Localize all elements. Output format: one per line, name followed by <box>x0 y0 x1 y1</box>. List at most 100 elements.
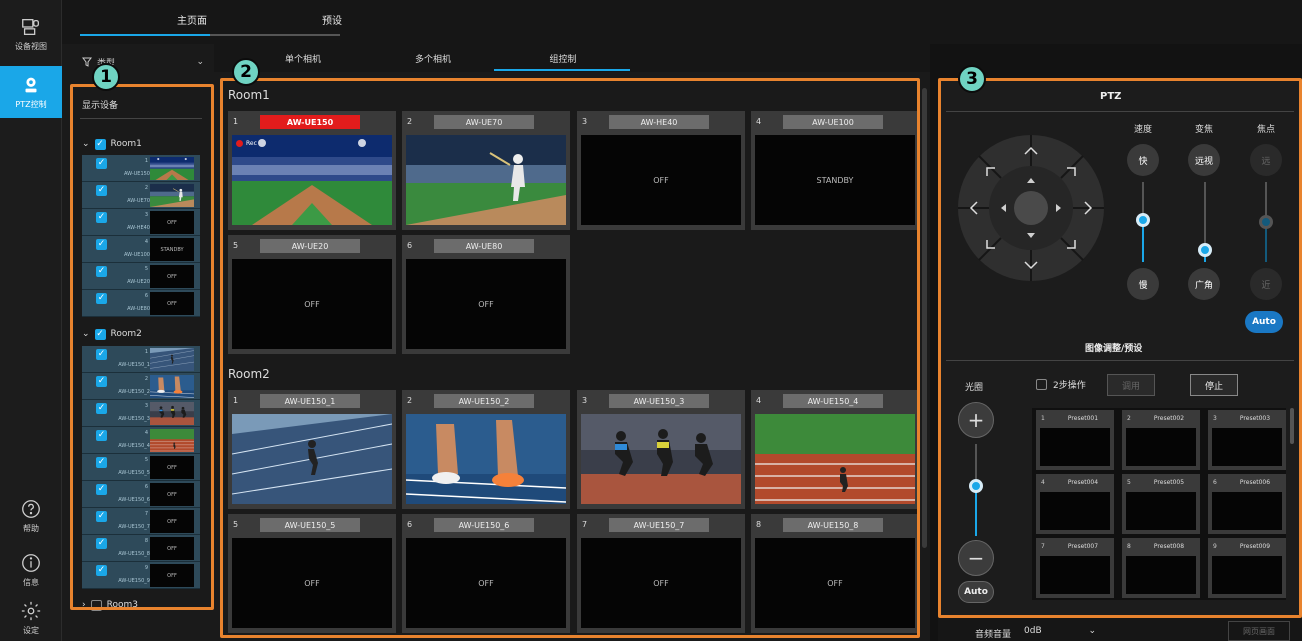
focus-far-button[interactable]: 远 <box>1250 144 1282 176</box>
device-tree-row[interactable]: ✓ 1 AW-UE150_1 <box>82 346 200 373</box>
camera-tile[interactable]: 7 AW-UE150_7 OFF <box>577 514 745 633</box>
camera-tile[interactable]: 1 AW-UE150_1 <box>228 390 396 509</box>
camera-tile[interactable]: 3 AW-UE150_3 <box>577 390 745 509</box>
preset-tile[interactable]: 9 Preset009 <box>1208 538 1286 598</box>
zoom-tele-button[interactable]: 远视 <box>1188 144 1220 176</box>
room3-checkbox[interactable] <box>90 599 102 611</box>
nav-info[interactable]: 信息 <box>0 544 62 596</box>
iris-slider[interactable] <box>969 444 983 536</box>
preset-thumbnail <box>1126 556 1196 594</box>
zoom-slider[interactable] <box>1198 182 1212 262</box>
room1-checkbox[interactable]: ✓ <box>94 138 106 150</box>
focus-slider[interactable] <box>1259 182 1273 262</box>
tab-group-control[interactable]: 组控制 <box>498 52 628 65</box>
room2-tree-header[interactable]: ⌄ ✓ Room2 <box>82 326 142 342</box>
speed-slow-button[interactable]: 慢 <box>1127 268 1159 300</box>
preset-tile[interactable]: 4 Preset004 <box>1036 474 1114 534</box>
device-tree-row[interactable]: ✓ 1 AW-UE150 <box>82 155 200 182</box>
device-checkbox[interactable]: ✓ <box>96 293 107 304</box>
device-tree-row[interactable]: ✓ 3 AW-UE150_3 <box>82 400 200 427</box>
grid-scrollbar[interactable] <box>922 88 927 548</box>
speed-fast-button[interactable]: 快 <box>1127 144 1159 176</box>
tab-main-page[interactable]: 主页面 <box>132 12 252 27</box>
two-step-option[interactable]: 2步操作 <box>1036 378 1086 391</box>
preset-tile[interactable]: 5 Preset005 <box>1122 474 1200 534</box>
zoom-slider-knob[interactable] <box>1198 243 1212 257</box>
device-tree-row[interactable]: ✓ 8 AW-UE150_8 OFF <box>82 535 200 562</box>
preset-tile[interactable]: 7 Preset007 <box>1036 538 1114 598</box>
camera-name: AW-UE80 <box>434 239 534 253</box>
iris-open-button[interactable]: + <box>958 402 994 438</box>
device-checkbox[interactable]: ✓ <box>96 376 107 387</box>
device-checkbox[interactable]: ✓ <box>96 538 107 549</box>
device-tree-row[interactable]: ✓ 6 AW-UE80 OFF <box>82 290 200 317</box>
stop-button[interactable]: 停止 <box>1190 374 1238 396</box>
nav-help[interactable]: 帮助 <box>0 490 62 542</box>
nav-settings[interactable]: 设定 <box>0 594 62 641</box>
zoom-wide-button[interactable]: 广角 <box>1188 268 1220 300</box>
chevron-right-icon[interactable]: › <box>82 600 86 610</box>
camera-tile[interactable]: 6 AW-UE150_6 OFF <box>402 514 570 633</box>
focus-slider-knob[interactable] <box>1259 215 1273 229</box>
camera-tile[interactable]: 2 AW-UE70 <box>402 111 570 230</box>
device-checkbox[interactable]: ✓ <box>96 239 107 250</box>
camera-tile[interactable]: 5 AW-UE150_5 OFF <box>228 514 396 633</box>
camera-tile[interactable]: 5 AW-UE20 OFF <box>228 235 396 354</box>
preset-tile[interactable]: 2 Preset002 <box>1122 410 1200 470</box>
camera-tile[interactable]: 3 AW-HE40 OFF <box>577 111 745 230</box>
device-tree-row[interactable]: ✓ 4 AW-UE100 STANDBY <box>82 236 200 263</box>
device-tree-row[interactable]: ✓ 3 AW-HE40 OFF <box>82 209 200 236</box>
device-checkbox[interactable]: ✓ <box>96 266 107 277</box>
device-tree-row[interactable]: ✓ 2 AW-UE70 <box>82 182 200 209</box>
device-checkbox[interactable]: ✓ <box>96 565 107 576</box>
room1-tree-header[interactable]: ⌄ ✓ Room1 <box>82 136 142 152</box>
device-checkbox[interactable]: ✓ <box>96 484 107 495</box>
preset-tile[interactable]: 3 Preset003 <box>1208 410 1286 470</box>
nav-device-view[interactable]: 设备视图 <box>0 8 62 60</box>
device-tree-row[interactable]: ✓ 7 AW-UE150_7 OFF <box>82 508 200 535</box>
preset-scrollbar[interactable] <box>1290 408 1294 444</box>
camera-tile[interactable]: 4 AW-UE100 STANDBY <box>751 111 919 230</box>
camera-tile[interactable]: 8 AW-UE150_8 OFF <box>751 514 919 633</box>
device-checkbox[interactable]: ✓ <box>96 430 107 441</box>
speed-slider[interactable] <box>1136 182 1150 262</box>
tab-multi-camera[interactable]: 多个相机 <box>368 52 498 65</box>
ptz-direction-pad[interactable] <box>957 134 1105 282</box>
device-checkbox[interactable]: ✓ <box>96 457 107 468</box>
preset-tile[interactable]: 1 Preset001 <box>1036 410 1114 470</box>
nav-ptz-control[interactable]: PTZ控制 <box>0 66 62 118</box>
device-tree-row[interactable]: ✓ 6 AW-UE150_6 OFF <box>82 481 200 508</box>
room3-tree-header[interactable]: › Room3 <box>82 597 138 613</box>
audio-volume-select[interactable]: 0dB ⌄ <box>1020 623 1100 639</box>
device-tree-row[interactable]: ✓ 5 AW-UE150_5 OFF <box>82 454 200 481</box>
device-checkbox[interactable]: ✓ <box>96 185 107 196</box>
iris-close-button[interactable]: − <box>958 540 994 576</box>
chevron-down-icon[interactable]: ⌄ <box>82 139 90 149</box>
device-tree-row[interactable]: ✓ 9 AW-UE150_9 OFF <box>82 562 200 589</box>
device-checkbox[interactable]: ✓ <box>96 403 107 414</box>
device-checkbox[interactable]: ✓ <box>96 349 107 360</box>
device-tree-row[interactable]: ✓ 5 AW-UE20 OFF <box>82 263 200 290</box>
recall-button[interactable]: 调用 <box>1107 374 1155 396</box>
two-step-checkbox[interactable] <box>1036 379 1047 390</box>
auto-focus-button[interactable]: Auto <box>1245 311 1283 333</box>
device-checkbox[interactable]: ✓ <box>96 212 107 223</box>
device-checkbox[interactable]: ✓ <box>96 511 107 522</box>
iris-slider-knob[interactable] <box>969 479 983 493</box>
speed-slider-knob[interactable] <box>1136 213 1150 227</box>
preset-tile[interactable]: 6 Preset006 <box>1208 474 1286 534</box>
chevron-down-icon[interactable]: ⌄ <box>82 329 90 339</box>
camera-tile[interactable]: 6 AW-UE80 OFF <box>402 235 570 354</box>
camera-tile[interactable]: 4 AW-UE150_4 <box>751 390 919 509</box>
device-tree-row[interactable]: ✓ 2 AW-UE150_2 <box>82 373 200 400</box>
preset-tile[interactable]: 8 Preset008 <box>1122 538 1200 598</box>
camera-tile[interactable]: 1 AW-UE150 Rec <box>228 111 396 230</box>
device-tree-row[interactable]: ✓ 4 AW-UE150_4 <box>82 427 200 454</box>
room2-checkbox[interactable]: ✓ <box>94 328 106 340</box>
device-checkbox[interactable]: ✓ <box>96 158 107 169</box>
iris-auto-button[interactable]: Auto <box>958 581 994 603</box>
focus-near-button[interactable]: 近 <box>1250 268 1282 300</box>
web-screen-button[interactable]: 网页画面 <box>1228 621 1290 641</box>
camera-tile[interactable]: 2 AW-UE150_2 <box>402 390 570 509</box>
tab-preset[interactable]: 预设 <box>272 12 392 27</box>
